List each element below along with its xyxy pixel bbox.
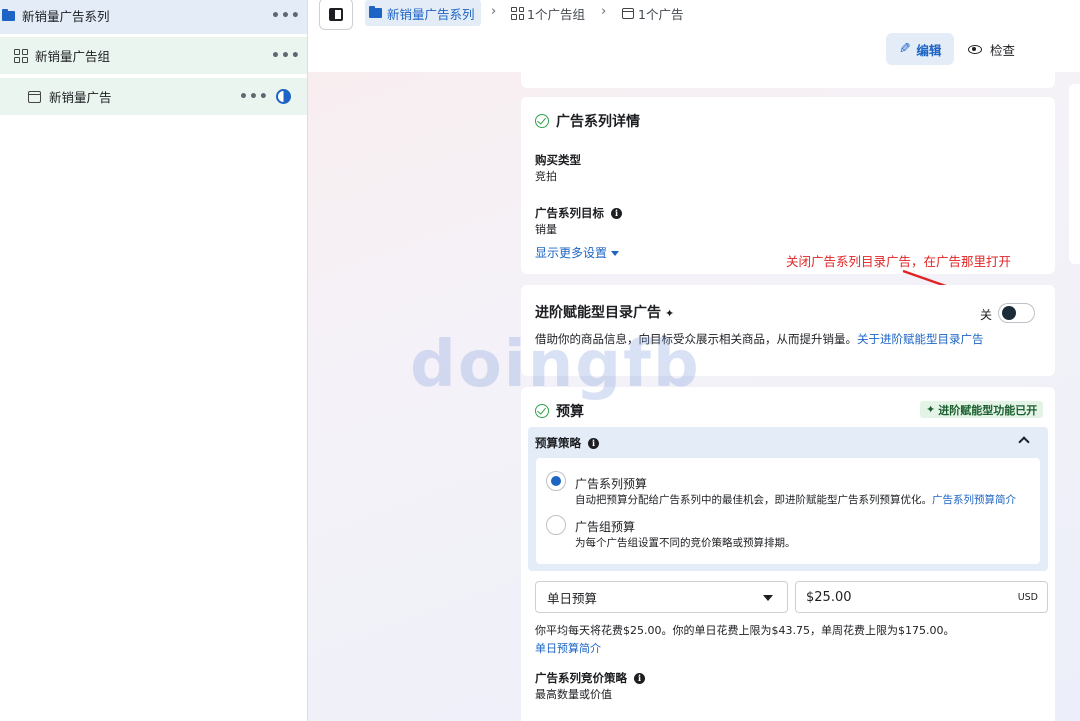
bid-strategy-label: 广告系列竞价策略 i <box>535 670 645 686</box>
budget-strategy-header[interactable]: 预算策略 i <box>535 435 599 451</box>
sidebar-toggle-icon <box>329 7 343 21</box>
toggle-knob <box>1002 306 1016 320</box>
tree-item-adset[interactable]: 新销量广告组 ••• <box>0 37 307 74</box>
eye-icon <box>968 44 982 54</box>
campaign-budget-intro-link[interactable]: 广告系列预算简介 <box>932 494 1016 506</box>
more-options-icon[interactable]: ••• <box>239 89 269 105</box>
tree-item-adset-label: 新销量广告组 <box>35 49 111 64</box>
info-icon[interactable]: i <box>634 672 645 684</box>
description-text: 借助你的商品信息，向目标受众展示相关商品，从而提升销量。 <box>535 332 857 346</box>
status-half-circle-icon <box>276 89 291 104</box>
campaign-details-card: 广告系列详情 购买类型 竞拍 广告系列目标 i 销量 显示更多设置 <box>521 97 1055 274</box>
review-button-label: 检查 <box>990 42 1016 58</box>
previous-card-bottom <box>521 72 1055 88</box>
bid-strategy-label-text: 广告系列竞价策略 <box>535 671 627 685</box>
budget-strategy-section: 预算策略 i 广告系列预算 自动把预算分配给广告系列中的最佳机会，即进阶赋能型广… <box>528 427 1048 571</box>
campaign-details-title: 广告系列详情 <box>556 114 640 130</box>
breadcrumb-separator: › <box>601 4 607 19</box>
info-icon[interactable]: i <box>588 437 599 449</box>
campaign-budget-radio[interactable] <box>546 471 566 491</box>
advantage-catalog-description: 借助你的商品信息，向目标受众展示相关商品，从而提升销量。关于进阶赋能型目录广告 <box>535 331 984 347</box>
top-bar: 新销量广告系列 › 1个广告组 › 1个广告 ✎ 编辑 检查 <box>308 0 1080 72</box>
folder-icon <box>2 8 15 21</box>
budget-type-value: 单日预算 <box>547 590 598 606</box>
option-title: 广告系列预算 <box>575 477 648 491</box>
folder-icon <box>369 6 382 18</box>
side-panel-edge <box>1069 84 1080 264</box>
budget-amount-input[interactable]: $25.00 USD <box>795 581 1048 613</box>
more-options-icon[interactable]: ••• <box>271 8 301 24</box>
show-more-label: 显示更多设置 <box>535 246 608 260</box>
budget-amount-value: $25.00 <box>806 589 852 605</box>
sparkle-icon: ✦ <box>665 307 675 320</box>
objective-value: 销量 <box>535 223 557 236</box>
adset-budget-radio[interactable] <box>546 515 566 535</box>
advantage-catalog-title: 进阶赋能型目录广告 ✦ <box>535 302 674 322</box>
option-title: 广告组预算 <box>575 520 636 534</box>
caret-down-icon <box>763 595 773 601</box>
chevron-up-icon[interactable] <box>1018 436 1030 448</box>
tree-item-campaign[interactable]: 新销量广告系列 ••• <box>0 0 307 34</box>
budget-type-select[interactable]: 单日预算 <box>535 581 788 613</box>
switch-state-label: 关 <box>980 308 993 322</box>
check-circle-icon <box>535 114 549 128</box>
breadcrumb-ad[interactable]: 1个广告 <box>622 0 683 26</box>
bid-strategy-value: 最高数量或价值 <box>535 688 612 701</box>
badge-label: 进阶赋能型功能已开 <box>938 403 1038 417</box>
option-desc-text: 自动把预算分配给广告系列中的最佳机会，即进阶赋能型广告系列预算优化。 <box>575 494 932 506</box>
caret-down-icon <box>611 251 620 256</box>
advantage-catalog-card: 进阶赋能型目录广告 ✦ 关 借助你的商品信息，向目标受众展示相关商品，从而提升销量… <box>521 285 1055 376</box>
breadcrumb-campaign-label: 新销量广告系列 <box>387 6 475 22</box>
sparkle-icon: ✦ <box>926 403 936 416</box>
tree-item-ad-label: 新销量广告 <box>49 90 112 105</box>
breadcrumb-adset[interactable]: 1个广告组 <box>511 0 585 26</box>
option-description: 自动把预算分配给广告系列中的最佳机会，即进阶赋能型广告系列预算优化。广告系列预算… <box>575 492 1016 507</box>
daily-budget-intro-link[interactable]: 单日预算简介 <box>535 640 601 656</box>
budget-note: 你平均每天将花费$25.00。你的单日花费上限为$43.75，单周花费上限为$1… <box>535 624 955 637</box>
card-title: 广告系列详情 <box>535 111 640 131</box>
option-description: 为每个广告组设置不同的竞价策略或预算排期。 <box>575 537 796 549</box>
currency-label: USD <box>1017 592 1038 603</box>
breadcrumb-ad-label: 1个广告 <box>638 6 684 22</box>
sidebar: 新销量广告系列 ••• 新销量广告组 ••• 新销量广告 ••• <box>0 0 308 721</box>
edit-button-label: 编辑 <box>916 42 942 58</box>
breadcrumb-separator: › <box>491 4 497 19</box>
pencil-icon: ✎ <box>898 41 911 57</box>
more-options-icon[interactable]: ••• <box>271 48 301 64</box>
grid-icon <box>14 48 28 63</box>
tree-item-campaign-label: 新销量广告系列 <box>22 9 110 24</box>
advantage-on-badge: ✦ 进阶赋能型功能已开 <box>920 401 1044 418</box>
budget-strategy-label: 预算策略 <box>535 436 581 450</box>
advantage-catalog-title-text: 进阶赋能型目录广告 <box>535 305 661 321</box>
ad-icon <box>28 90 41 103</box>
budget-options: 广告系列预算 自动把预算分配给广告系列中的最佳机会，即进阶赋能型广告系列预算优化… <box>536 458 1040 564</box>
about-advantage-catalog-link[interactable]: 关于进阶赋能型目录广告 <box>857 332 984 346</box>
breadcrumb-adset-label: 1个广告组 <box>527 6 585 22</box>
show-more-settings-link[interactable]: 显示更多设置 <box>535 244 620 261</box>
card-title: 预算 <box>535 401 584 421</box>
budget-card: 预算 ✦ 进阶赋能型功能已开 预算策略 i 广告系列预算 自动把预算分配给广告系列… <box>521 387 1055 721</box>
edit-button[interactable]: ✎ 编辑 <box>886 33 954 65</box>
buy-type-label: 购买类型 <box>535 153 581 167</box>
objective-label: 广告系列目标 i <box>535 205 622 221</box>
objective-label-text: 广告系列目标 <box>535 206 604 220</box>
info-icon[interactable]: i <box>611 207 622 219</box>
tree-item-ad[interactable]: 新销量广告 ••• <box>0 78 307 115</box>
buy-type-value: 竞拍 <box>535 170 557 183</box>
ad-icon <box>622 7 634 19</box>
breadcrumb-campaign[interactable]: 新销量广告系列 <box>365 0 481 26</box>
check-circle-icon <box>535 404 549 418</box>
advantage-catalog-toggle[interactable] <box>998 303 1035 323</box>
review-button[interactable]: 检查 <box>968 33 1015 65</box>
toggle-sidebar-button[interactable] <box>319 0 353 30</box>
grid-icon <box>511 6 524 20</box>
budget-title: 预算 <box>556 404 584 420</box>
